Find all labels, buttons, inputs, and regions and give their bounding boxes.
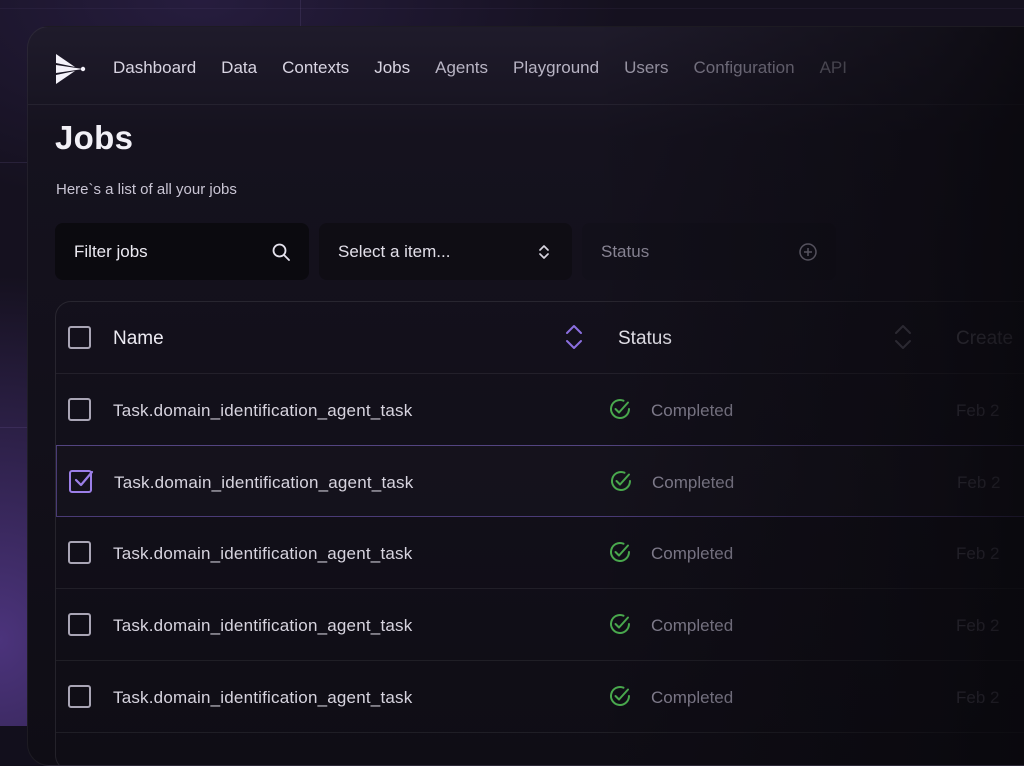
created-date: Feb 2 <box>956 616 1000 635</box>
status-filter-label: Status <box>601 241 650 261</box>
table-row[interactable]: Task.domain_identification_agent_task Co… <box>56 589 1024 661</box>
status-text: Completed <box>651 616 734 635</box>
background-grid-line <box>0 162 27 163</box>
status-text: Completed <box>651 688 734 707</box>
status-text: Completed <box>652 473 735 492</box>
table-row[interactable]: Task.domain_identification_agent_task Co… <box>56 517 1024 589</box>
job-name: Task.domain_identification_agent_task <box>113 616 413 635</box>
created-date: Feb 2 <box>956 401 1000 420</box>
created-date: Feb 2 <box>957 473 1001 492</box>
nav-item-dashboard[interactable]: Dashboard <box>113 58 196 78</box>
created-date: Feb 2 <box>956 544 1000 563</box>
logo-icon <box>56 54 86 84</box>
table-row[interactable]: Task.domain_identification_agent_task Co… <box>56 374 1024 446</box>
status-text: Completed <box>651 401 734 420</box>
background-grid-line <box>0 427 27 428</box>
row-checkbox[interactable] <box>68 613 91 636</box>
nav-menu: Dashboard Data Contexts Jobs Agents Play… <box>113 58 872 78</box>
row-checkbox[interactable] <box>68 398 91 421</box>
app-window: Dashboard Data Contexts Jobs Agents Play… <box>27 26 1024 766</box>
job-name: Task.domain_identification_agent_task <box>113 544 413 563</box>
chevron-up-down-icon <box>539 245 549 259</box>
column-header-created[interactable]: Create <box>956 328 1013 350</box>
page-title: Jobs <box>55 119 134 156</box>
check-circle-icon <box>610 686 630 706</box>
nav-item-agents[interactable]: Agents <box>435 58 488 78</box>
nav-item-contexts[interactable]: Contexts <box>282 58 349 78</box>
search-icon <box>272 243 290 261</box>
filter-jobs-input[interactable]: Filter jobs <box>55 223 309 280</box>
nav-item-playground[interactable]: Playground <box>513 58 599 78</box>
column-header-status[interactable]: Status <box>618 328 672 350</box>
sort-icon[interactable] <box>894 322 912 352</box>
status-filter-button[interactable]: Status <box>582 223 836 280</box>
row-checkbox[interactable] <box>69 470 94 493</box>
jobs-table: Name Status Create Task.domain_identific… <box>55 301 1024 765</box>
status-text: Completed <box>651 544 734 563</box>
table-row[interactable]: Task.domain_identification_agent_task Co… <box>56 661 1024 733</box>
nav-divider <box>28 104 1024 105</box>
table-header: Name Status Create <box>56 302 1024 374</box>
created-date: Feb 2 <box>956 688 1000 707</box>
nav-item-api[interactable]: API <box>820 58 847 78</box>
background-grid-line <box>300 0 301 26</box>
job-name: Task.domain_identification_agent_task <box>113 401 413 420</box>
check-circle-icon <box>610 399 630 419</box>
job-name: Task.domain_identification_agent_task <box>114 473 414 492</box>
column-header-name[interactable]: Name <box>113 328 164 350</box>
filter-jobs-placeholder: Filter jobs <box>74 241 148 261</box>
row-checkbox[interactable] <box>68 685 91 708</box>
select-all-checkbox[interactable] <box>68 326 91 349</box>
check-circle-icon <box>610 542 630 562</box>
table-row[interactable]: Task.domain_identification_agent_task Co… <box>56 445 1024 517</box>
item-select-placeholder: Select a item... <box>338 241 451 261</box>
nav-item-jobs[interactable]: Jobs <box>374 58 410 78</box>
item-select[interactable]: Select a item... <box>319 223 572 280</box>
check-circle-icon <box>610 614 630 634</box>
checkmark-icon <box>74 470 94 487</box>
nav-item-data[interactable]: Data <box>221 58 257 78</box>
row-checkbox[interactable] <box>68 541 91 564</box>
top-nav: Dashboard Data Contexts Jobs Agents Play… <box>28 27 1024 105</box>
page-subtitle: Here`s a list of all your jobs <box>56 181 237 198</box>
nav-item-users[interactable]: Users <box>624 58 668 78</box>
plus-circle-icon <box>799 243 817 261</box>
check-circle-icon <box>611 471 631 491</box>
nav-item-configuration[interactable]: Configuration <box>693 58 794 78</box>
background-grid-line <box>0 8 1024 9</box>
job-name: Task.domain_identification_agent_task <box>113 688 413 707</box>
sort-icon[interactable] <box>565 322 583 352</box>
